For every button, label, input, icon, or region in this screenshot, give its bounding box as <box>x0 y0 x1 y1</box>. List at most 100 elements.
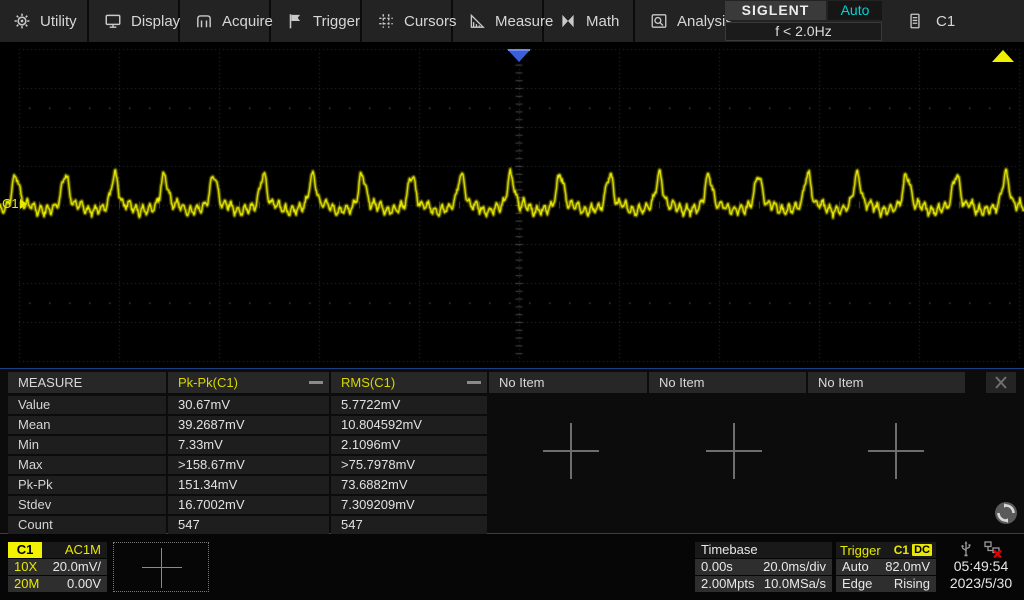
trigger-position-marker[interactable] <box>507 49 531 62</box>
measure-row-stdev: Stdev 16.7002mV 7.309209mV <box>8 496 487 514</box>
row-label: Count <box>8 516 166 534</box>
analysis-icon <box>650 12 668 30</box>
menu-utility[interactable]: Utility <box>0 0 89 42</box>
measure-title: MEASURE <box>8 372 166 393</box>
channel-offset: 0.00V <box>67 576 101 592</box>
timebase-delay: 0.00s <box>701 559 733 575</box>
measure-column-rms-label: RMS(C1) <box>341 375 395 390</box>
acquisition-status-badge[interactable]: Auto <box>828 1 882 20</box>
flag-icon <box>286 12 304 30</box>
trigger-title: Trigger <box>840 543 881 558</box>
timebase-title: Timebase <box>701 542 758 558</box>
ruler-icon <box>468 12 486 30</box>
measure-row-mean: Mean 39.2687mV 10.804592mV <box>8 416 487 434</box>
measure-header-row: MEASURE Pk-Pk(C1) RMS(C1) No Item No Ite… <box>8 372 965 393</box>
menu-utility-label: Utility <box>40 13 77 30</box>
menu-cursors[interactable]: Cursors <box>364 0 453 42</box>
measure-row-max: Max >158.67mV >75.7978mV <box>8 456 487 474</box>
trigger-level-marker[interactable] <box>992 50 1014 62</box>
measure-column-pkpk[interactable]: Pk-Pk(C1) <box>168 372 329 393</box>
channel-badge: C1 <box>8 542 42 558</box>
menu-bar: Utility Display Acquire <box>0 0 1024 42</box>
row-label: Max <box>8 456 166 474</box>
plus-icon <box>142 567 182 568</box>
menu-acquire[interactable]: Acquire <box>182 0 271 42</box>
gear-icon <box>13 12 31 30</box>
cursors-icon <box>377 12 395 30</box>
measure-row-pkpk: Pk-Pk 151.34mV 73.6882mV <box>8 476 487 494</box>
channel-bandwidth: 20M <box>14 576 39 592</box>
row-value: 2.1096mV <box>331 436 487 454</box>
row-value: 16.7002mV <box>168 496 329 514</box>
clock-date: 2023/5/30 <box>938 575 1024 592</box>
menu-trigger[interactable]: Trigger <box>273 0 362 42</box>
oscilloscope-screen: Utility Display Acquire <box>0 0 1024 600</box>
timebase-box[interactable]: Timebase 0.00s 20.0ms/div 2.00Mpts 10.0M… <box>695 542 832 592</box>
menu-measure-label: Measure <box>495 13 553 30</box>
plus-icon <box>161 548 162 588</box>
clipboard-list-icon <box>906 12 924 30</box>
reset-icon <box>993 500 1019 526</box>
menu-analysis[interactable]: Analysis <box>637 0 726 42</box>
channel-descriptor-box[interactable]: C1 AC1M 10X 20.0mV/ 20M 0.00V <box>8 542 107 592</box>
row-value: >158.67mV <box>168 456 329 474</box>
remove-measure-icon[interactable] <box>309 381 323 384</box>
reset-statistics-button[interactable] <box>993 500 1019 526</box>
row-value: 39.2687mV <box>168 416 329 434</box>
measure-column-empty-3[interactable]: No Item <box>808 372 965 393</box>
channel-menu-label: C1 <box>936 13 955 30</box>
timebase-points: 2.00Mpts <box>701 576 754 592</box>
row-label: Pk-Pk <box>8 476 166 494</box>
channel-probe: 10X <box>14 559 37 575</box>
menu-acquire-label: Acquire <box>222 13 273 30</box>
add-measure-button[interactable] <box>706 423 762 479</box>
close-icon <box>993 375 1009 390</box>
timebase-scale: 20.0ms/div <box>763 559 826 575</box>
row-value: 547 <box>168 516 329 534</box>
channel-offset-marker[interactable]: C1 <box>2 196 27 211</box>
display-icon <box>104 12 122 30</box>
row-value: 5.7722mV <box>331 396 487 414</box>
measure-column-rms[interactable]: RMS(C1) <box>331 372 487 393</box>
row-value: 7.309209mV <box>331 496 487 514</box>
channel-scale: 20.0mV/ <box>53 559 101 575</box>
waveform-display[interactable]: C1 <box>0 42 1024 368</box>
menu-trigger-label: Trigger <box>313 13 360 30</box>
trigger-source: C1 <box>894 543 909 557</box>
remove-measure-icon[interactable] <box>467 381 481 384</box>
add-measure-button[interactable] <box>868 423 924 479</box>
row-value: 547 <box>331 516 487 534</box>
trigger-type: Edge <box>842 576 872 592</box>
row-label: Value <box>8 396 166 414</box>
plus-icon <box>895 423 897 479</box>
trigger-coupling-badge: DC <box>912 544 932 556</box>
measure-column-empty-2[interactable]: No Item <box>649 372 806 393</box>
siglent-logo: SIGLENT <box>725 1 826 20</box>
add-measure-button[interactable] <box>543 423 599 479</box>
add-channel-button[interactable] <box>113 542 209 592</box>
measure-row-value: Value 30.67mV 5.7722mV <box>8 396 487 414</box>
channel-offset-label: C1 <box>2 196 19 211</box>
trigger-mode: Auto <box>842 559 869 575</box>
measure-panel: MEASURE Pk-Pk(C1) RMS(C1) No Item No Ite… <box>0 368 1024 534</box>
channel-menu[interactable]: C1 <box>896 0 955 42</box>
measure-row-count: Count 547 547 <box>8 516 487 534</box>
close-measure-panel-button[interactable] <box>986 372 1016 393</box>
channel-offset-arrow-icon <box>20 199 27 209</box>
menu-display[interactable]: Display <box>91 0 180 42</box>
trigger-level: 82.0mV <box>885 559 930 575</box>
row-value: >75.7978mV <box>331 456 487 474</box>
status-bar: C1 AC1M 10X 20.0mV/ 20M 0.00V Timebase 0… <box>0 534 1024 600</box>
menu-math[interactable]: Math <box>546 0 635 42</box>
brand-block: SIGLENT Auto f < 2.0Hz <box>725 1 882 41</box>
clock-time: 05:49:54 <box>938 558 1024 575</box>
frequency-counter: f < 2.0Hz <box>725 22 882 41</box>
menu-measure[interactable]: Measure <box>455 0 544 42</box>
row-value: 10.804592mV <box>331 416 487 434</box>
math-icon <box>559 12 577 30</box>
trigger-box[interactable]: Trigger C1 DC Auto 82.0mV Edge Rising <box>836 542 936 592</box>
waveform-plot-canvas[interactable] <box>0 42 1024 368</box>
row-value: 7.33mV <box>168 436 329 454</box>
measure-column-empty-1[interactable]: No Item <box>489 372 647 393</box>
measure-column-pkpk-label: Pk-Pk(C1) <box>178 375 238 390</box>
